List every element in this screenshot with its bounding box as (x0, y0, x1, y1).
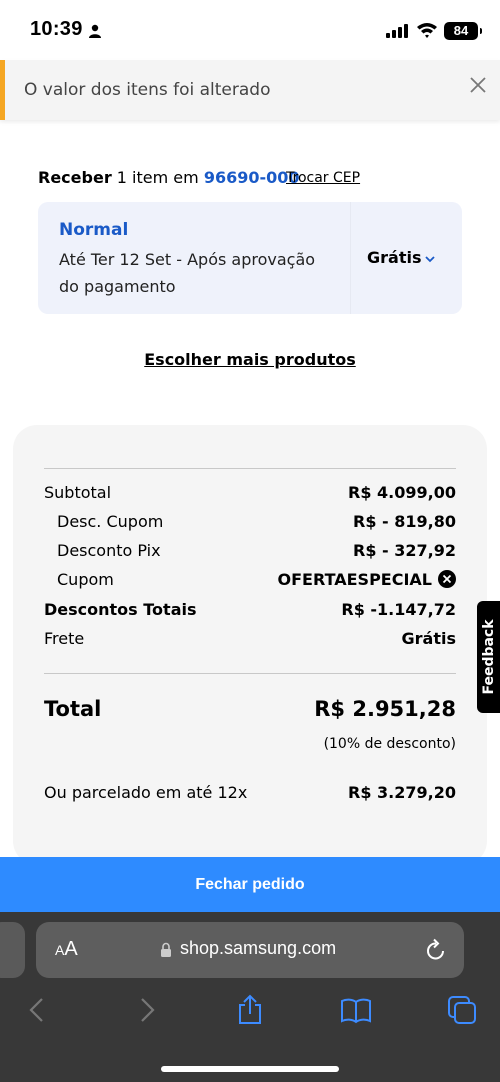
shipping-option-name: Normal (59, 220, 129, 240)
cellular-signal-icon (386, 24, 408, 38)
tabs-icon[interactable] (446, 994, 478, 1026)
choose-more-products-link[interactable]: Escolher mais produtos (0, 350, 500, 369)
change-cep-link[interactable]: Trocar CEP (286, 170, 360, 186)
summary-label: Subtotal (44, 483, 112, 502)
feedback-tab[interactable]: Feedback (477, 601, 500, 713)
remove-coupon-icon[interactable] (438, 570, 456, 588)
total-label: Total (44, 697, 102, 721)
discount-note: (10% de desconto) (323, 736, 456, 752)
share-icon[interactable] (234, 994, 266, 1026)
summary-label: Desconto Pix (57, 541, 161, 560)
previous-tab-peek[interactable] (0, 922, 25, 978)
summary-value: R$ -1.147,72 (341, 600, 456, 619)
browser-toolbar: AA shop.samsung.com (0, 912, 500, 1082)
summary-divider-top (44, 468, 456, 469)
wifi-icon (417, 23, 437, 38)
bookmarks-icon[interactable] (340, 994, 372, 1026)
receive-middle: 1 item em (111, 168, 204, 187)
summary-value: R$ - 327,92 (353, 541, 456, 560)
summary-label: Cupom (57, 570, 114, 589)
battery-indicator: 84 (444, 22, 482, 40)
notification-banner: O valor dos itens foi alterado (0, 60, 500, 120)
total-value: R$ 2.951,28 (314, 697, 456, 721)
summary-label: Desc. Cupom (57, 512, 164, 531)
summary-row-coupon-discount: Desc. Cupom R$ - 819,80 (44, 512, 456, 536)
summary-value: Grátis (401, 629, 456, 648)
summary-row-shipping: Frete Grátis (44, 629, 456, 653)
delivery-summary: Receber 1 item em 96690-000 (38, 168, 300, 187)
address-bar[interactable]: AA shop.samsung.com (36, 922, 464, 978)
shipping-option-price: Grátis (367, 248, 422, 267)
summary-divider-bottom (44, 673, 456, 674)
summary-row-pix-discount: Desconto Pix R$ - 327,92 (44, 541, 456, 565)
summary-value: R$ 4.099,00 (348, 483, 456, 502)
person-icon (89, 24, 101, 38)
summary-label: Descontos Totais (44, 600, 197, 619)
installment-value: R$ 3.279,20 (348, 783, 456, 802)
chevron-down-icon[interactable] (423, 252, 437, 266)
shipping-card-divider (350, 202, 351, 314)
summary-value: R$ - 819,80 (353, 512, 456, 531)
home-indicator (161, 1066, 339, 1072)
summary-label: Frete (44, 629, 85, 648)
checkout-button[interactable]: Fechar pedido (0, 857, 500, 912)
url-text: shop.samsung.com (180, 938, 337, 958)
coupon-code-text: OFERTAESPECIAL (277, 570, 433, 589)
status-bar: 10:39 84 (0, 0, 500, 60)
shipping-option-card[interactable]: Normal Até Ter 12 Set - Após aprovação d… (38, 202, 462, 314)
close-icon[interactable] (468, 75, 488, 95)
lock-icon (161, 942, 171, 957)
back-icon[interactable] (22, 994, 54, 1026)
banner-message: O valor dos itens foi alterado (24, 80, 271, 100)
shipping-option-description: Até Ter 12 Set - Após aprovação do pagam… (59, 250, 316, 296)
reload-icon[interactable] (425, 938, 447, 962)
order-summary: Subtotal R$ 4.099,00 Desc. Cupom R$ - 81… (13, 425, 487, 865)
reader-settings-button[interactable]: AA (55, 938, 78, 961)
summary-row-subtotal: Subtotal R$ 4.099,00 (44, 483, 456, 507)
forward-icon[interactable] (130, 994, 162, 1026)
status-time: 10:39 (30, 18, 83, 40)
installment-label: Ou parcelado em até 12x (44, 783, 248, 802)
feedback-label: Feedback (480, 619, 497, 695)
coupon-code: OFERTAESPECIAL (277, 570, 456, 589)
summary-row-total-discounts: Descontos Totais R$ -1.147,72 (44, 600, 456, 624)
summary-row-coupon: Cupom OFERTAESPECIAL (44, 570, 456, 594)
receive-prefix: Receber (38, 168, 112, 187)
